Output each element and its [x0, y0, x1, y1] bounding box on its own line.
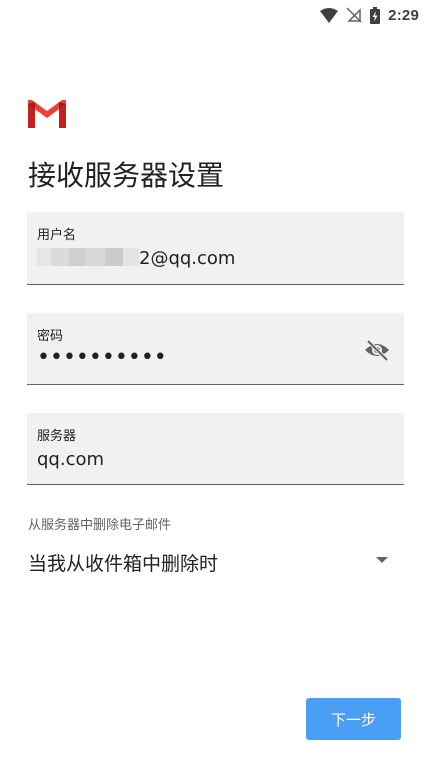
server-input[interactable]: qq.com [37, 449, 104, 470]
page-title: 接收服务器设置 [28, 159, 225, 192]
delete-policy-dropdown[interactable]: 当我从收件箱中删除时 [28, 543, 388, 577]
status-icons: 2:29 [320, 6, 419, 24]
username-field[interactable]: 用户名 2@qq.com [27, 212, 404, 285]
username-label: 用户名 [37, 228, 77, 243]
delete-policy-value: 当我从收件箱中删除时 [28, 553, 219, 575]
username-input[interactable]: 2@qq.com [37, 248, 235, 269]
password-input[interactable]: •••••••••• [37, 347, 167, 369]
battery-charging-icon [370, 6, 381, 24]
username-suffix: 2@qq.com [139, 248, 236, 269]
wifi-icon [320, 7, 339, 23]
status-bar: 2:29 [0, 0, 429, 30]
redacted-block [37, 248, 139, 266]
visibility-off-icon[interactable] [364, 339, 390, 361]
no-sim-icon [346, 7, 362, 23]
password-label: 密码 [37, 329, 64, 344]
dropdown-arrow-icon [376, 557, 388, 563]
delete-policy-label: 从服务器中删除电子邮件 [28, 518, 172, 533]
server-field[interactable]: 服务器 qq.com [27, 413, 404, 485]
gmail-logo [28, 100, 66, 128]
status-time: 2:29 [388, 6, 419, 24]
password-field[interactable]: 密码 •••••••••• [27, 313, 404, 385]
server-label: 服务器 [37, 429, 77, 444]
next-button[interactable]: 下一步 [306, 698, 401, 740]
